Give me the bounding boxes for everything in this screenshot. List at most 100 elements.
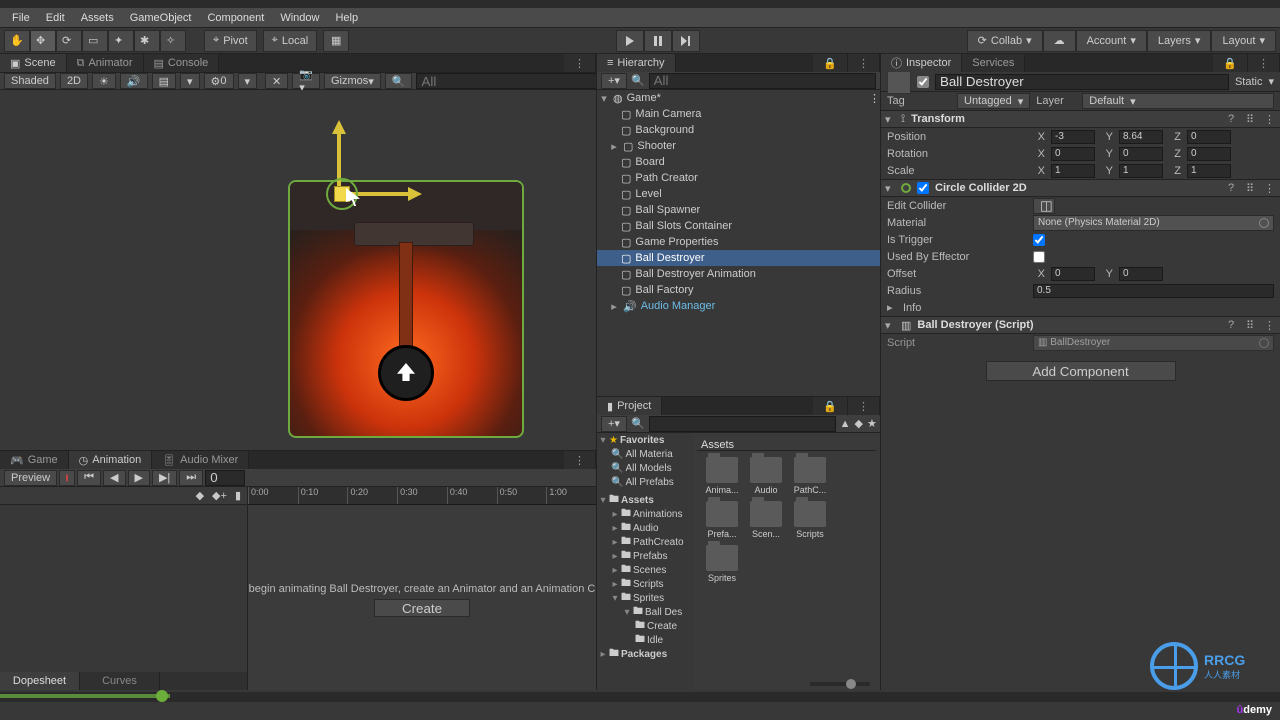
position-z[interactable] bbox=[1187, 130, 1231, 144]
add-key-icon[interactable]: ◆ bbox=[196, 489, 204, 502]
preset-icon[interactable]: ⠿ bbox=[1246, 319, 1258, 331]
expand-icon[interactable]: ▾ bbox=[885, 113, 895, 126]
edit-collider-button[interactable]: ◫ bbox=[1033, 198, 1055, 214]
project-search[interactable] bbox=[649, 416, 836, 432]
scale-x[interactable] bbox=[1051, 164, 1095, 178]
curves-tab[interactable]: Curves bbox=[80, 672, 160, 690]
tab-inspector[interactable]: ⓘInspector bbox=[881, 54, 962, 72]
scale-y[interactable] bbox=[1119, 164, 1163, 178]
multi-tool[interactable]: ✱ bbox=[134, 30, 160, 52]
scale-z[interactable] bbox=[1187, 164, 1231, 178]
rect-tool[interactable]: ✦ bbox=[108, 30, 134, 52]
hierarchy-item[interactable]: ▢Game Properties bbox=[597, 234, 880, 250]
rotation-x[interactable] bbox=[1051, 147, 1095, 161]
rotation-z[interactable] bbox=[1187, 147, 1231, 161]
transform-header[interactable]: ▾ ⟟ Transform ? ⠿ ⋮ bbox=[881, 110, 1280, 128]
pause-button[interactable] bbox=[644, 30, 672, 52]
anim-panel-menu[interactable]: ⋮ bbox=[564, 451, 596, 469]
usedbyeffector-checkbox[interactable] bbox=[1033, 251, 1045, 263]
sprites-node[interactable]: ▾🖿Sprites bbox=[597, 591, 693, 605]
menu-gameobject[interactable]: GameObject bbox=[122, 10, 200, 26]
istrigger-checkbox[interactable] bbox=[1033, 234, 1045, 246]
sprites-child[interactable]: ▾🖿Ball Des bbox=[597, 605, 693, 619]
local-toggle[interactable]: ⌖Local bbox=[263, 30, 318, 52]
hierarchy-search[interactable] bbox=[649, 73, 876, 89]
light-toggle[interactable]: ☀ bbox=[92, 73, 116, 89]
favorite-item[interactable]: 🔍All Materia bbox=[597, 447, 693, 461]
shading-dropdown[interactable]: Shaded bbox=[4, 73, 56, 89]
asset-folder[interactable]: Scen... bbox=[747, 501, 785, 539]
menu-assets[interactable]: Assets bbox=[73, 10, 122, 26]
expand-icon[interactable]: ▾ bbox=[885, 319, 895, 332]
hierarchy-item[interactable]: ▢Ball Destroyer bbox=[597, 250, 880, 266]
add-component-button[interactable]: Add Component bbox=[986, 361, 1176, 381]
scene-root[interactable]: ▾ ◍ Game* ⋮ bbox=[597, 90, 880, 106]
dopesheet-tab[interactable]: Dopesheet bbox=[0, 672, 80, 690]
inspector-menu[interactable]: ⋮ bbox=[1248, 54, 1280, 72]
hierarchy-item[interactable]: ▸▢Shooter bbox=[597, 138, 880, 154]
position-x[interactable] bbox=[1051, 130, 1095, 144]
asset-folder[interactable]: Prefa... bbox=[703, 501, 741, 539]
hierarchy-item[interactable]: ▢Main Camera bbox=[597, 106, 880, 122]
preset-icon[interactable]: ⠿ bbox=[1246, 113, 1258, 125]
hierarchy-item[interactable]: ▢Path Creator bbox=[597, 170, 880, 186]
anim-last-frame[interactable]: ⏭ bbox=[179, 470, 203, 486]
tab-project[interactable]: ▮Project bbox=[597, 397, 662, 415]
tag-dropdown[interactable]: Untagged▾ bbox=[957, 93, 1030, 109]
tree-item[interactable]: ▸🖿Audio bbox=[597, 521, 693, 535]
menu-help[interactable]: Help bbox=[327, 10, 366, 26]
scene-camera[interactable]: ▾ bbox=[180, 73, 200, 89]
tab-scene[interactable]: ▣Scene bbox=[0, 54, 67, 72]
layers-dropdown[interactable]: Layers▾ bbox=[1147, 30, 1212, 52]
collab-dropdown[interactable]: ⟳Collab▾ bbox=[967, 30, 1043, 52]
menu-window[interactable]: Window bbox=[272, 10, 327, 26]
tab-services[interactable]: Services bbox=[962, 54, 1025, 72]
menu-edit[interactable]: Edit bbox=[38, 10, 73, 26]
account-dropdown[interactable]: Account▾ bbox=[1076, 30, 1147, 52]
hierarchy-item[interactable]: ▢Board bbox=[597, 154, 880, 170]
gizmo-icon-btn[interactable]: ⚙0 bbox=[204, 73, 234, 89]
static-dropdown[interactable]: ▾ bbox=[1268, 75, 1274, 88]
scene-camera-btn[interactable]: 📷▾ bbox=[292, 73, 320, 89]
project-lock[interactable]: 🔒 bbox=[813, 397, 848, 415]
pivot-toggle[interactable]: ⌖Pivot bbox=[204, 30, 257, 52]
rotation-y[interactable] bbox=[1119, 147, 1163, 161]
offset-x[interactable] bbox=[1051, 267, 1095, 281]
tree-item[interactable]: ▸🖿PathCreato bbox=[597, 535, 693, 549]
favorites-root[interactable]: ▾★Favorites bbox=[597, 433, 693, 447]
tab-hierarchy[interactable]: ≡Hierarchy bbox=[597, 54, 676, 72]
tab-console[interactable]: ▤Console bbox=[144, 54, 220, 72]
filter-label-icon[interactable]: ◆ bbox=[855, 417, 863, 430]
layer-dropdown[interactable]: Default▾ bbox=[1082, 93, 1274, 109]
snap-tool[interactable]: ▦ bbox=[323, 30, 349, 52]
project-menu[interactable]: ⋮ bbox=[848, 397, 880, 415]
component-menu-icon[interactable]: ⋮ bbox=[1264, 113, 1276, 125]
hierarchy-menu[interactable]: ⋮ bbox=[848, 54, 880, 72]
scene-mute[interactable]: ✕ bbox=[265, 73, 288, 89]
project-create[interactable]: +▾ bbox=[601, 416, 627, 432]
hierarchy-item[interactable]: ▢Ball Slots Container bbox=[597, 218, 880, 234]
anim-create-button[interactable]: Create bbox=[374, 599, 470, 617]
hierarchy-item[interactable]: ▢Ball Destroyer Animation bbox=[597, 266, 880, 282]
menu-component[interactable]: Component bbox=[199, 10, 272, 26]
expand-icon[interactable]: ▸ bbox=[887, 301, 897, 314]
tab-audiomixer[interactable]: 🎚Audio Mixer bbox=[152, 451, 249, 469]
play-button[interactable] bbox=[616, 30, 644, 52]
hierarchy-item[interactable]: ▸🔊Audio Manager bbox=[597, 298, 880, 314]
expand-icon[interactable]: ▸ bbox=[609, 300, 619, 313]
step-button[interactable] bbox=[672, 30, 700, 52]
panel-menu[interactable]: ⋮ bbox=[564, 54, 596, 72]
hierarchy-item[interactable]: ▢Ball Spawner bbox=[597, 202, 880, 218]
tree-item[interactable]: ▸🖿Prefabs bbox=[597, 549, 693, 563]
hierarchy-item[interactable]: ▢Level bbox=[597, 186, 880, 202]
asset-folder[interactable]: Scripts bbox=[791, 501, 829, 539]
packages-root[interactable]: ▸🖿Packages bbox=[597, 647, 693, 661]
add-event-icon[interactable]: ◆+ bbox=[212, 489, 227, 502]
scene-vis[interactable]: ▾ bbox=[238, 73, 258, 89]
hierarchy-create[interactable]: +▾ bbox=[601, 73, 627, 89]
gameobject-icon[interactable] bbox=[887, 72, 911, 94]
component-menu-icon[interactable]: ⋮ bbox=[1264, 182, 1276, 194]
asset-folder[interactable]: Sprites bbox=[703, 545, 741, 583]
grid-breadcrumb[interactable]: Assets bbox=[697, 437, 876, 451]
preset-icon[interactable]: ⠿ bbox=[1246, 182, 1258, 194]
